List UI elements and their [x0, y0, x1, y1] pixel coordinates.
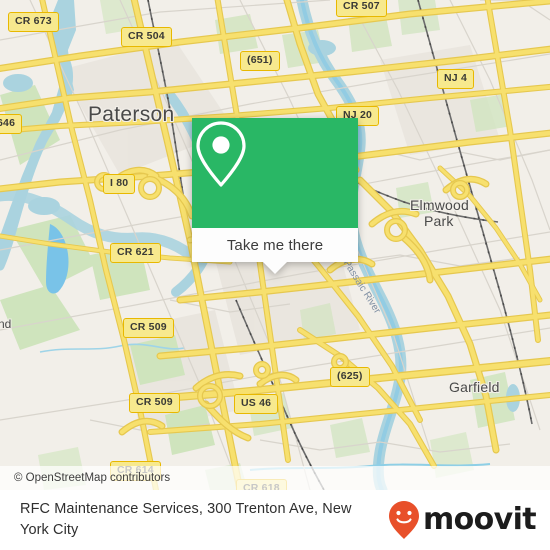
popup-tail [263, 262, 287, 274]
road-shield[interactable]: I 80 [103, 174, 136, 194]
map-canvas[interactable]: Paterson Elmwood Park Garfield nd Passai… [0, 0, 550, 490]
moovit-pin-icon [388, 501, 419, 539]
map-attribution[interactable]: © OpenStreetMap contributors [0, 466, 550, 490]
attribution-text: © OpenStreetMap contributors [14, 472, 171, 484]
moovit-logo[interactable]: moovit [387, 500, 537, 540]
place-label: Elmwood [410, 197, 469, 213]
place-label: Paterson [88, 103, 175, 126]
road-shield[interactable]: CR 504 [121, 27, 172, 47]
road-shield[interactable]: CR 621 [110, 243, 161, 263]
road-shield[interactable]: (625) [330, 367, 370, 387]
road-shield[interactable]: NJ 4 [437, 69, 474, 89]
map-page: Paterson Elmwood Park Garfield nd Passai… [0, 0, 550, 550]
road-shield[interactable]: CR 509 [129, 393, 180, 413]
road-shield[interactable]: CR 507 [336, 0, 387, 17]
popup-cta[interactable]: Take me there [192, 228, 358, 262]
place-label: nd [0, 317, 12, 331]
road-shield[interactable]: 646 [0, 114, 23, 134]
popup-header [192, 118, 358, 228]
map-pin-icon [196, 121, 246, 187]
place-label: Garfield [449, 379, 500, 395]
location-title: RFC Maintenance Services, 300 Trenton Av… [20, 500, 352, 538]
location-popup[interactable]: Take me there [192, 118, 358, 274]
road-shield[interactable]: US 46 [234, 394, 279, 414]
moovit-wordmark: moovit [422, 502, 537, 537]
road-shield[interactable]: (651) [240, 51, 280, 71]
place-label: Park [424, 213, 454, 229]
popup-cta-label: Take me there [226, 236, 324, 254]
road-shield[interactable]: CR 509 [123, 318, 174, 338]
road-shield[interactable]: CR 673 [8, 12, 59, 32]
page-footer: RFC Maintenance Services, 300 Trenton Av… [0, 490, 550, 550]
